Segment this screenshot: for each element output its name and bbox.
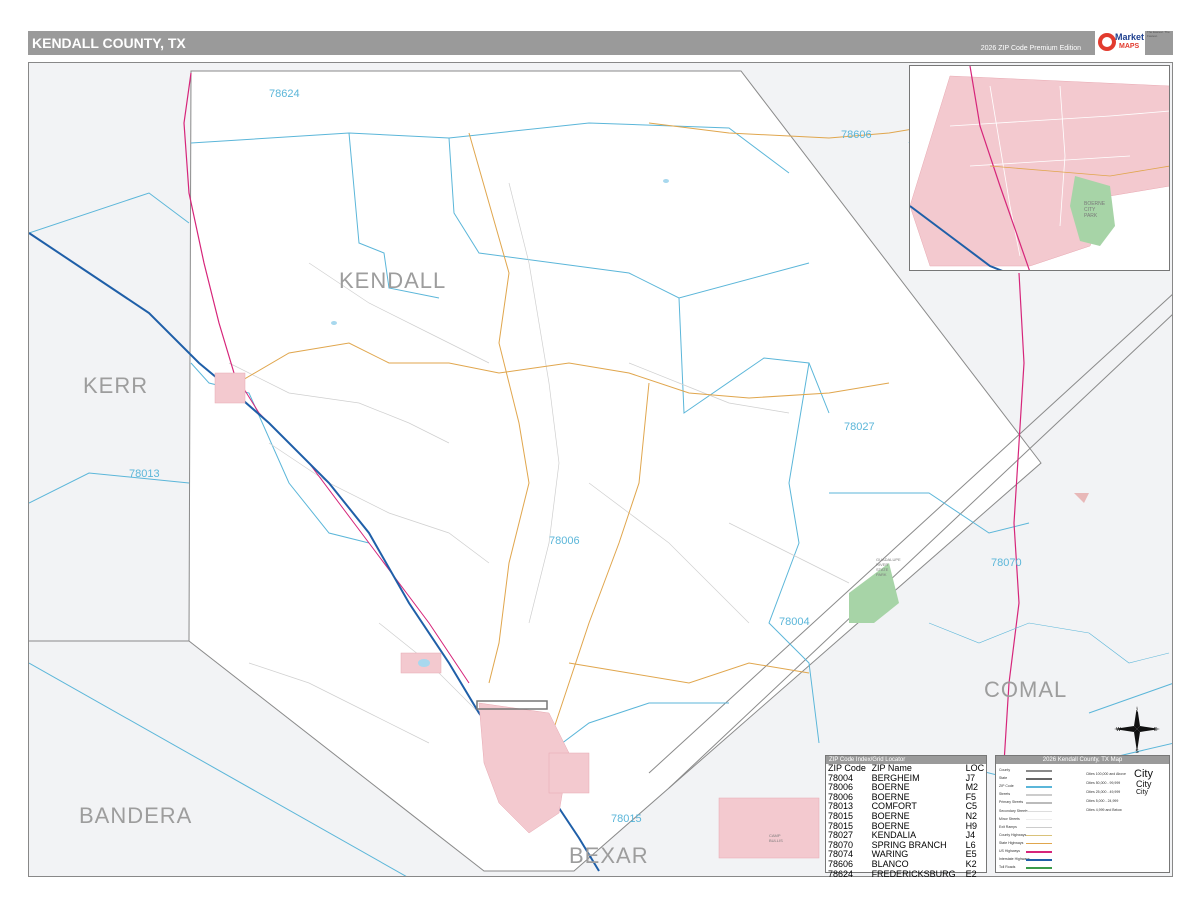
city-sample-medium: City [1136,779,1152,789]
county-label-comal: COMAL [984,677,1068,702]
zip-label-78070: 78070 [991,557,1022,569]
title-bar: KENDALL COUNTY, TX 2026 ZIP Code Premium… [28,31,1173,55]
legend-swatch [1026,802,1052,804]
zip-label-78624: 78624 [269,88,300,100]
compass-w: W [1116,727,1121,733]
legend-item: Streets [999,792,1011,797]
zip-name-cell: FREDERICKSBURG [871,868,956,879]
county-label-bandera: BANDERA [79,803,193,828]
legend-swatch [1026,786,1052,788]
legend-swatch [1026,834,1052,837]
legend-item: Minor Streets [999,816,1020,821]
legend-swatch [1026,778,1052,780]
legend-swatch [1026,826,1052,829]
zip-label-78013: 78013 [129,468,160,480]
compass-n: N [1135,708,1139,714]
market-maps-logo: Market MAPS [1095,26,1145,58]
legend-swatch [1026,794,1052,796]
inset-canvas [910,66,1169,270]
legend-swatch [1026,851,1052,853]
svg-text:Market: Market [1115,32,1144,42]
compass-s: S [1135,749,1139,754]
compass-e: E [1154,727,1158,733]
legend-item: Secondary Streets [999,808,1028,813]
legend-item: US Highways [999,849,1021,853]
county-label-kerr: KERR [83,373,149,398]
zip-index-table: ZIP Code ZIP Name LOC 78004 BERGHEIM J7 78… [826,763,986,880]
legend-city-size: Cities 5,000 - 24,999 [1086,799,1119,803]
legend-city-size: Cities 25,000 - 49,999 [1086,790,1121,794]
legend-item: County Highways [999,832,1027,837]
svg-text:MAPS: MAPS [1119,43,1140,50]
zip-label-78606: 78606 [841,129,872,141]
zip-label-78027: 78027 [844,421,875,433]
zip-label-78015: 78015 [611,813,642,825]
edition-label: 2026 ZIP Code Premium Edition [980,45,1081,52]
legend-item: ZIP Code [999,784,1014,789]
legend-swatch [1026,842,1052,845]
county-label-kendall: KENDALL [339,268,447,293]
legend-city-size: Cities 100,000 and Above [1086,772,1126,776]
map-title: KENDALL COUNTY, TX [32,35,186,51]
legend-swatch [1026,867,1052,869]
zip-label-78006: 78006 [549,535,580,547]
table-row: 78624 FREDERICKSBURG E2 [826,868,986,880]
state-park-label: GUADALUPE RIVER STATE PARK [876,557,901,577]
legend-item: Primary Streets [999,800,1024,805]
city-sample-small: City [1136,789,1149,796]
legend-item: State Highways [999,840,1024,845]
compass-rose: N W E S [1112,704,1162,755]
city-park-label: BOERNE CITY PARK [1084,201,1106,219]
legend-city-size: Cities 4,999 and Below [1086,808,1122,812]
legend-city-size: Cities 50,000 - 99,999 [1086,781,1121,785]
legend-swatch [1026,818,1052,821]
logo-tagline: The Easiest. The Fastest. [1147,30,1170,38]
legend-swatch [1026,810,1052,812]
boerne-inset-map[interactable]: BOERNE CITY PARK [909,65,1170,271]
legend-title: 2026 Kendall County, TX Map [996,756,1169,764]
legend-swatch [1026,859,1052,861]
zip-cell: 78624 [828,868,854,879]
legend-item: Toll Roads [999,865,1016,870]
legend-item: State [999,776,1008,781]
camp-bullis-label: CAMP BULLIS [769,833,783,843]
zip-code-index: ZIP Code Index/Grid Locator ZIP Code ZIP… [825,755,987,878]
legend-swatch [1026,770,1052,772]
zip-label-78004: 78004 [779,616,810,628]
legend-item: Exit Ramps [999,824,1017,829]
loc-cell: E2 [965,868,977,879]
map-legend: 2026 Kendall County, TX Map County State Z… [995,755,1170,873]
county-label-bexar: BEXAR [569,843,649,868]
legend-item: County [999,768,1011,772]
